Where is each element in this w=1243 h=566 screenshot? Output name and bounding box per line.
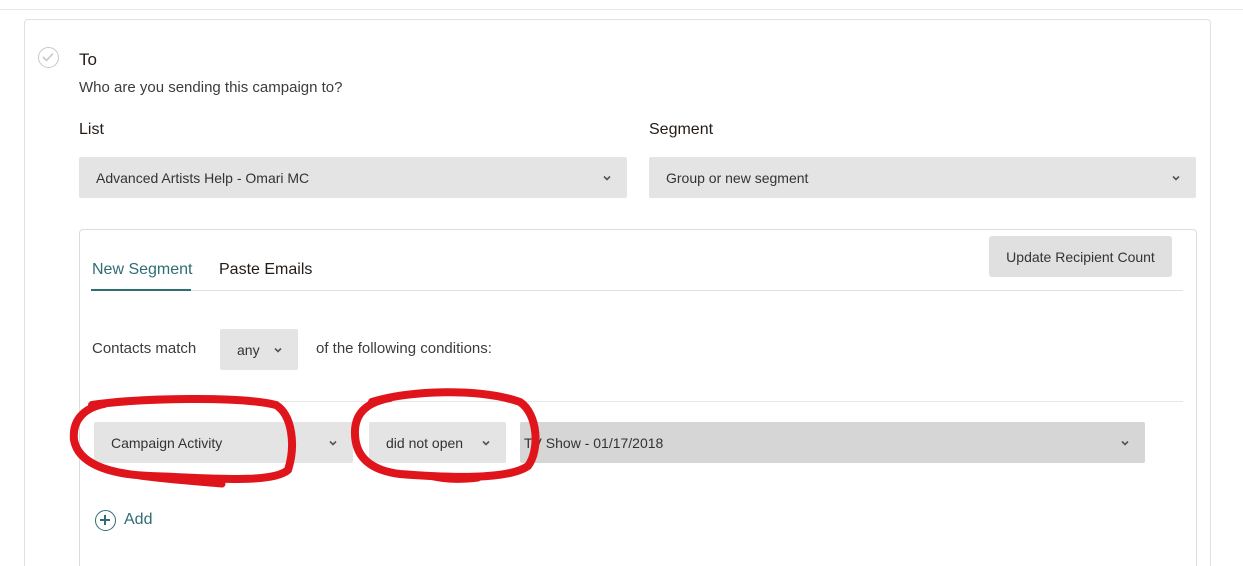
chevron-down-icon	[603, 175, 611, 181]
condition-operator-select[interactable]: did not open	[369, 422, 506, 463]
top-divider	[0, 9, 1243, 10]
tab-divider	[91, 290, 1183, 291]
active-tab-indicator	[91, 289, 191, 291]
chevron-down-icon	[1121, 440, 1129, 446]
chevron-down-icon	[1172, 175, 1180, 181]
list-select[interactable]: Advanced Artists Help - Omari MC	[79, 157, 627, 198]
match-select[interactable]: any	[220, 329, 298, 370]
condition-field-value: Campaign Activity	[111, 434, 223, 451]
conditions-divider	[91, 401, 1183, 402]
condition-operator-value: did not open	[386, 434, 464, 451]
add-circle-icon[interactable]	[95, 510, 116, 531]
checkmark-circle-icon	[38, 47, 59, 68]
condition-field-select[interactable]: Campaign Activity	[94, 422, 353, 463]
tab-paste-emails[interactable]: Paste Emails	[219, 261, 312, 279]
update-recipient-count-button[interactable]: Update Recipient Count	[989, 236, 1172, 277]
match-prefix: Contacts match	[92, 340, 197, 357]
condition-campaign-value: TV Show - 01/17/2018	[524, 434, 664, 451]
chevron-down-icon	[274, 347, 282, 353]
list-label: List	[79, 121, 104, 138]
list-select-value: Advanced Artists Help - Omari MC	[96, 169, 310, 186]
chevron-down-icon	[482, 440, 490, 446]
match-suffix: of the following conditions:	[316, 340, 492, 357]
tab-new-segment[interactable]: New Segment	[92, 261, 193, 279]
segment-label: Segment	[649, 121, 714, 138]
chevron-down-icon	[329, 440, 337, 446]
segment-select[interactable]: Group or new segment	[649, 157, 1196, 198]
segment-builder-panel	[79, 229, 1197, 566]
section-subtitle: Who are you sending this campaign to?	[79, 79, 343, 96]
segment-select-value: Group or new segment	[666, 169, 809, 186]
section-title: To	[79, 50, 97, 69]
add-condition-link[interactable]: Add	[124, 511, 152, 529]
match-select-value: any	[237, 341, 260, 358]
condition-campaign-select[interactable]: TV Show - 01/17/2018	[520, 422, 1145, 463]
